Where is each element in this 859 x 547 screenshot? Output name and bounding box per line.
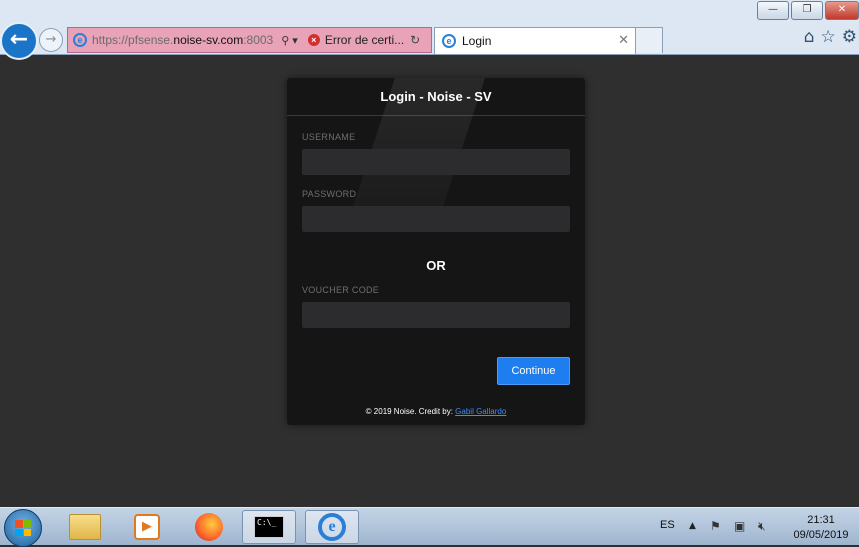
cert-error-icon[interactable]: × — [307, 34, 320, 46]
username-input[interactable] — [302, 149, 570, 175]
password-input[interactable] — [302, 206, 570, 232]
media-player-icon: ▶ — [134, 514, 160, 540]
favorites-star-icon[interactable]: ☆ — [821, 27, 836, 47]
taskbar-firefox[interactable] — [182, 510, 236, 544]
password-label: PASSWORD — [302, 189, 357, 199]
folder-icon — [69, 514, 101, 540]
address-bar[interactable]: e https://pfsense.noise-sv.com:8003 ⚲ ▾ … — [67, 27, 432, 53]
taskbar-media-player[interactable]: ▶ — [120, 510, 174, 544]
taskbar-ie[interactable]: e — [305, 510, 359, 544]
dropdown-icon[interactable]: ▾ — [292, 34, 298, 47]
language-indicator[interactable]: ES — [660, 519, 675, 531]
settings-gear-icon[interactable]: ⚙ — [842, 27, 857, 47]
tab-close-icon[interactable]: ✕ — [618, 32, 629, 48]
footer-text: © 2019 Noise. Credit by: — [365, 407, 456, 416]
voucher-input[interactable] — [302, 302, 570, 328]
credit-link[interactable]: Gabil Gallardo — [455, 407, 506, 416]
refresh-icon[interactable]: ↻ — [410, 33, 420, 47]
minimize-button[interactable]: — — [757, 1, 789, 20]
taskbar: ▶ C:\_ e ES ▲ ⚑ ▣ 🔇︎ 21:31 09/05/2019 — [0, 507, 859, 547]
new-tab-button[interactable] — [635, 27, 663, 53]
browser-tools: ⌂ ☆ ⚙ — [804, 27, 857, 47]
back-button[interactable]: ← — [0, 22, 38, 60]
home-icon[interactable]: ⌂ — [804, 27, 815, 47]
ie-page-icon: e — [73, 33, 87, 47]
url-domain: noise-sv.com — [173, 33, 244, 47]
url-text[interactable]: https://pfsense.noise-sv.com:8003 — [92, 33, 273, 47]
or-divider: OR — [426, 258, 446, 273]
footer: © 2019 Noise. Credit by: Gabil Gallardo — [287, 407, 585, 416]
taskbar-explorer[interactable] — [58, 510, 112, 544]
tab-login[interactable]: e Login ✕ — [434, 27, 636, 54]
browser-toolbar: — ❐ ✕ ← → e https://pfsense.noise-sv.com… — [0, 0, 859, 60]
login-card: Login - Noise - SV USERNAME PASSWORD OR … — [287, 78, 585, 425]
close-window-button[interactable]: ✕ — [825, 1, 859, 20]
clock-date: 09/05/2019 — [793, 529, 849, 541]
cert-error-label[interactable]: Error de certi... — [325, 33, 404, 47]
volume-muted-icon[interactable]: 🔇︎ — [758, 519, 774, 533]
clock[interactable]: 21:31 09/05/2019 — [787, 513, 855, 543]
continue-button[interactable]: Continue — [497, 357, 570, 385]
ie-tab-icon: e — [442, 34, 456, 48]
url-prefix: https://pfsense. — [92, 33, 174, 47]
voucher-label: VOUCHER CODE — [302, 285, 380, 295]
search-icon[interactable]: ⚲ — [281, 34, 289, 47]
card-header: Login - Noise - SV — [287, 78, 585, 116]
forward-button[interactable]: → — [39, 28, 63, 52]
start-button[interactable] — [4, 509, 42, 547]
window-controls: — ❐ ✕ — [755, 1, 859, 20]
show-hidden-icons-icon[interactable]: ▲ — [689, 521, 696, 531]
windows-logo-icon — [15, 520, 31, 536]
ie-icon: e — [318, 513, 346, 541]
url-port: :8003 — [243, 33, 274, 47]
taskbar-cmd[interactable]: C:\_ — [242, 510, 296, 544]
restore-button[interactable]: ❐ — [791, 1, 823, 20]
clock-time: 21:31 — [807, 514, 835, 526]
page-title: Login - Noise - SV — [380, 89, 492, 104]
username-label: USERNAME — [302, 132, 356, 142]
firefox-icon — [195, 513, 223, 541]
cmd-icon: C:\_ — [254, 516, 284, 538]
network-icon[interactable]: ▣ — [734, 519, 750, 533]
action-center-flag-icon[interactable]: ⚑ — [710, 519, 726, 533]
tab-label: Login — [462, 34, 492, 48]
